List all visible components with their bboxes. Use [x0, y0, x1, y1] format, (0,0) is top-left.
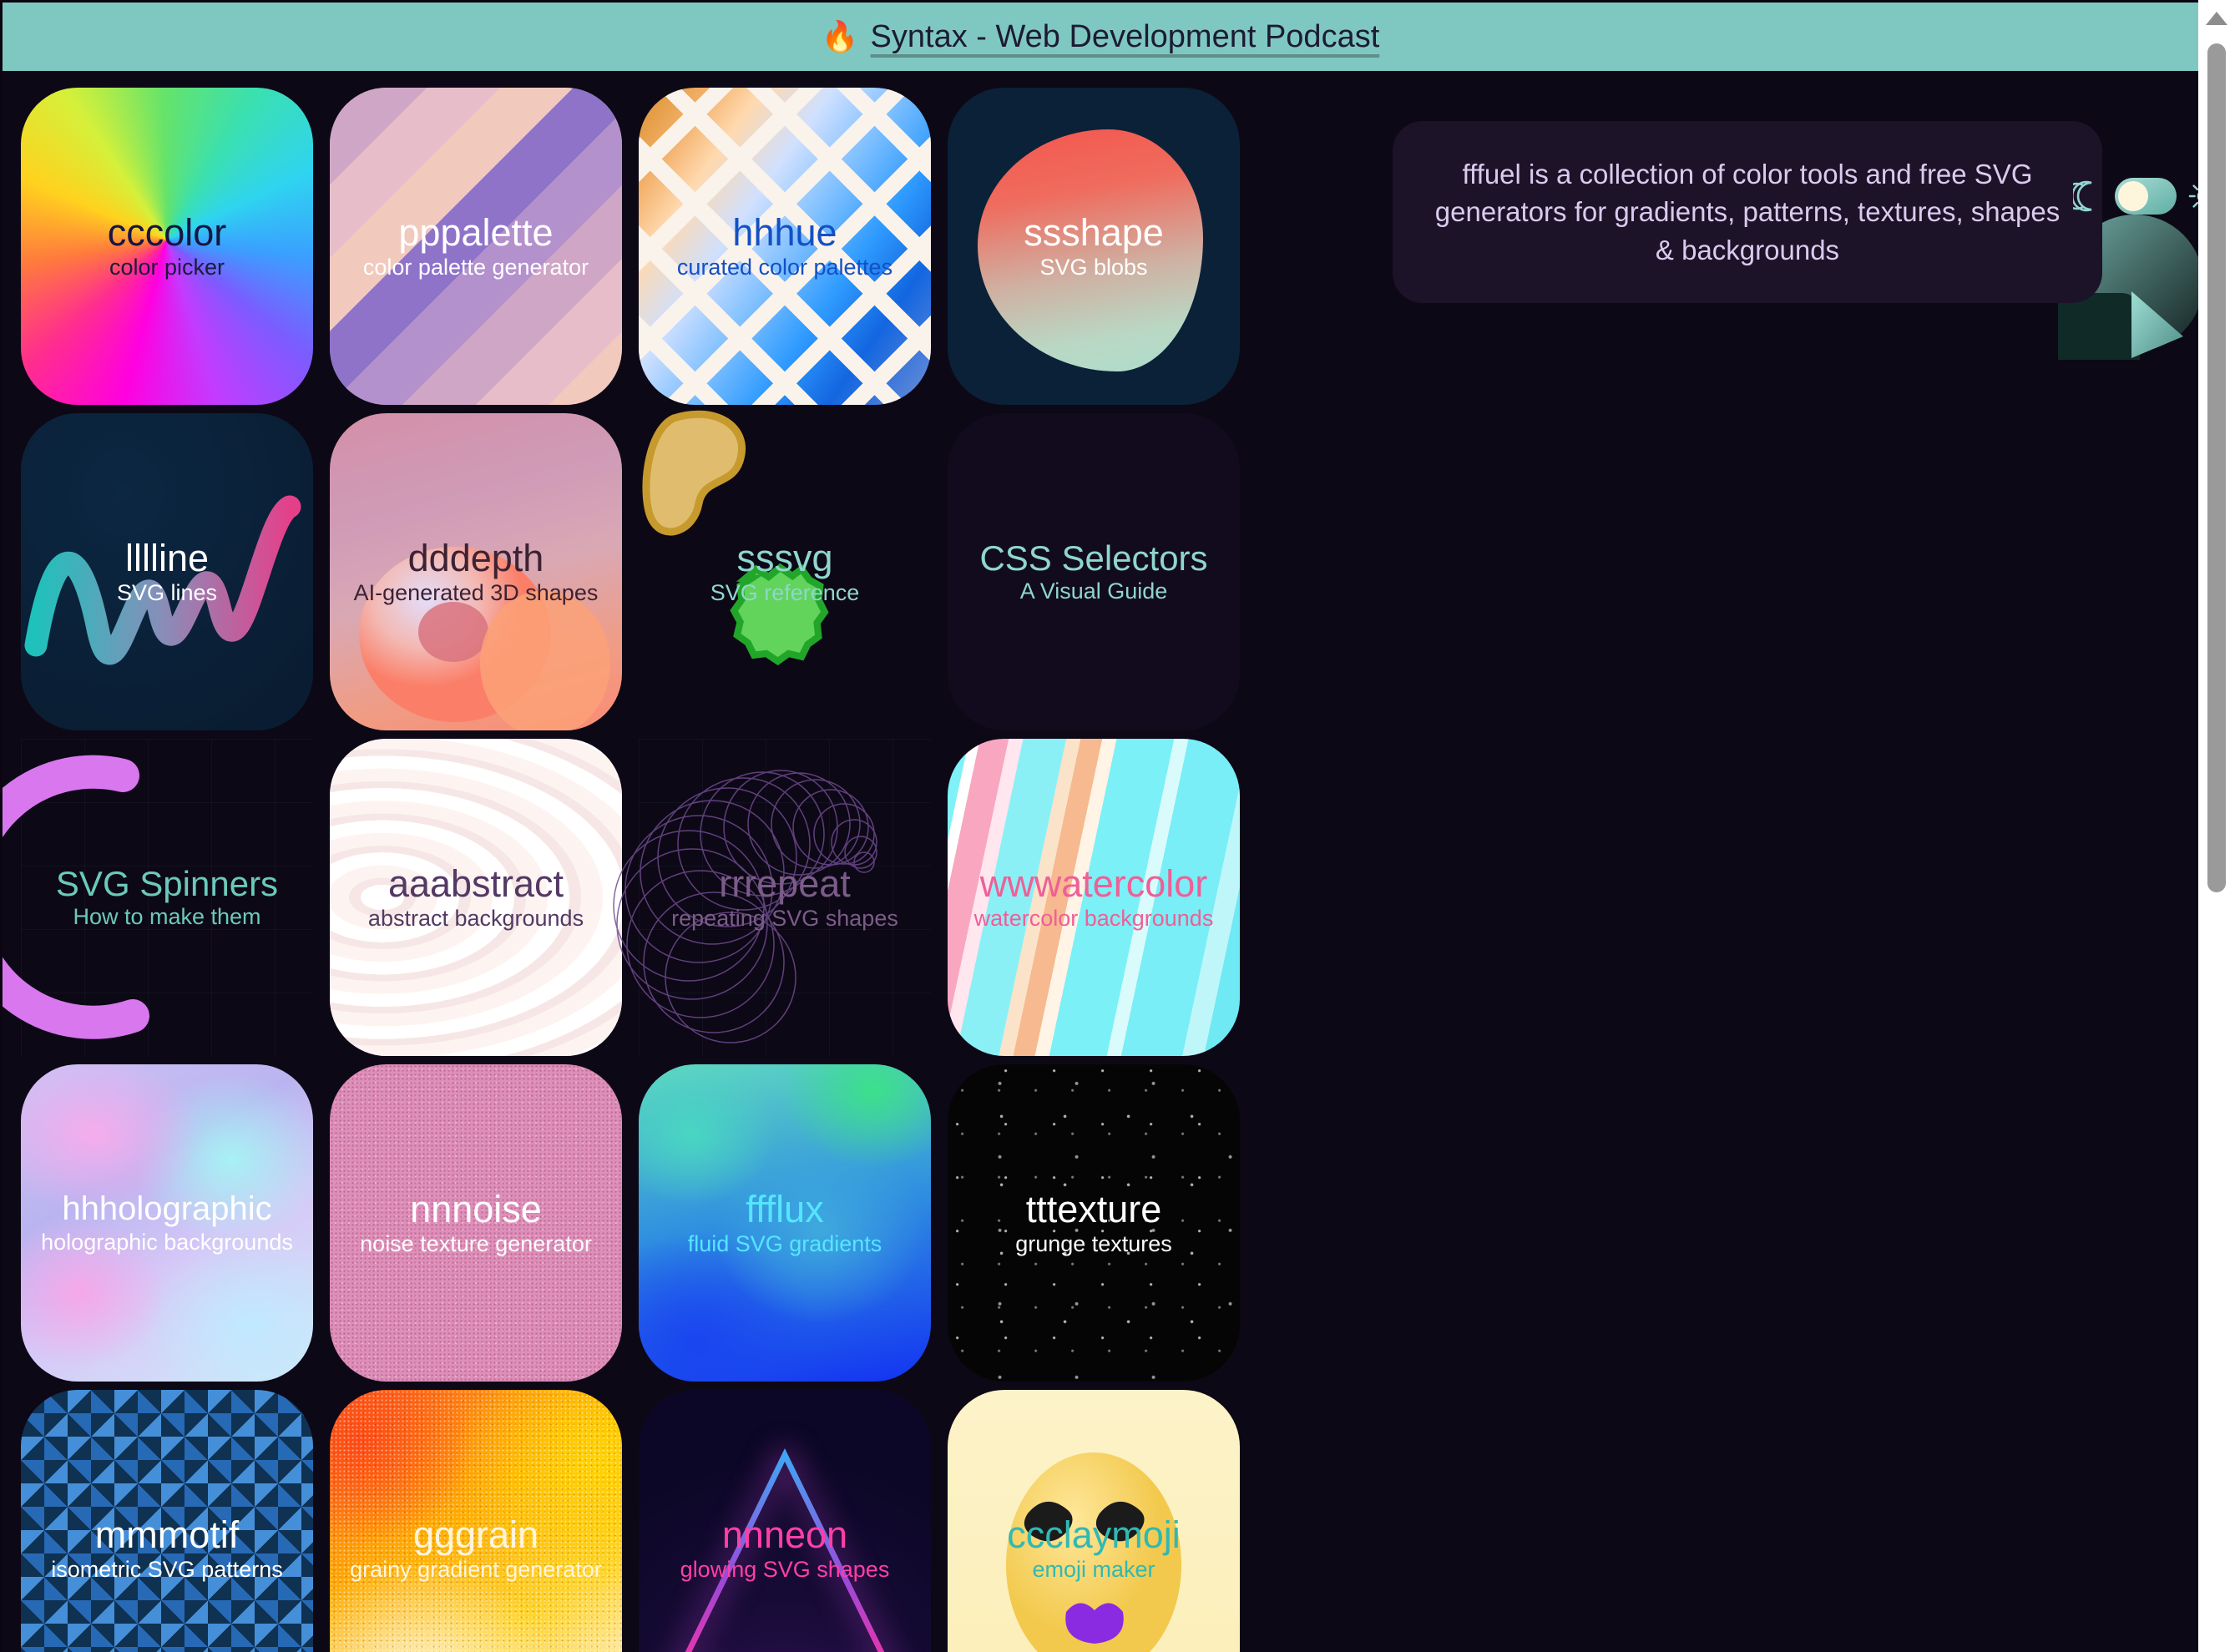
tile-subtitle: color picker: [109, 255, 225, 280]
tile-nnnoise[interactable]: nnnoise noise texture generator: [330, 1064, 622, 1382]
scrollbar-thumb[interactable]: [2207, 43, 2226, 892]
tile-labels: hhholographic holographic backgrounds: [21, 1192, 313, 1254]
tile-title: nnnoise: [410, 1187, 542, 1230]
fire-icon: 🔥: [821, 19, 859, 53]
tile-labels: lllline SVG lines: [21, 536, 313, 606]
tile-svg-spinners[interactable]: SVG Spinners How to make them: [3, 739, 313, 1056]
tile-subtitle: glowing SVG shapes: [680, 1557, 890, 1583]
tile-title: tttexture: [1025, 1187, 1162, 1230]
tile-subtitle: repeating SVG shapes: [671, 906, 898, 932]
tile-labels: rrrepeat repeating SVG shapes: [639, 861, 931, 932]
tile-title: nnneon: [721, 1513, 848, 1556]
tile-title: ccclaymoji: [1007, 1513, 1181, 1556]
tile-title: SVG Spinners: [55, 864, 279, 904]
tile-pppalette[interactable]: pppalette color palette generator: [330, 88, 622, 405]
podcast-banner[interactable]: 🔥 Syntax - Web Development Podcast: [3, 3, 2198, 71]
tile-title: gggrain: [412, 1513, 539, 1556]
tile-css-selectors[interactable]: CSS Selectors A Visual Guide: [948, 413, 1240, 730]
tile-title: ssshape: [1024, 210, 1164, 254]
site-description-tooltip: fffuel is a collection of color tools an…: [1393, 121, 2102, 303]
tile-title: rrrepeat: [719, 861, 851, 905]
tile-labels: CSS Selectors A Visual Guide: [948, 538, 1240, 604]
tile-subtitle: isometric SVG patterns: [51, 1557, 283, 1583]
tile-labels: gggrain grainy gradient generator: [330, 1513, 622, 1583]
tile-cccolor[interactable]: cccolor color picker: [21, 88, 313, 405]
window-frame-left: [0, 0, 3, 1652]
moon-icon[interactable]: [2073, 179, 2103, 213]
tile-labels: ccclaymoji emoji maker: [948, 1513, 1240, 1583]
tile-title: wwwatercolor: [979, 861, 1208, 905]
tile-title: hhhue: [732, 210, 837, 254]
tile-labels: ssshape SVG blobs: [948, 210, 1240, 280]
tile-wwwatercolor[interactable]: wwwatercolor watercolor backgrounds: [948, 739, 1240, 1056]
tile-subtitle: emoji maker: [1032, 1557, 1155, 1583]
tile-title: aaabstract: [387, 861, 564, 905]
sun-icon[interactable]: [2188, 179, 2198, 213]
tile-subtitle: holographic backgrounds: [41, 1229, 293, 1255]
tile-labels: SVG Spinners How to make them: [21, 864, 313, 929]
podcast-link[interactable]: Syntax - Web Development Podcast: [871, 19, 1380, 55]
tile-subtitle: color palette generator: [362, 255, 589, 280]
theme-toggle-group[interactable]: [2073, 178, 2198, 215]
tile-aaabstract[interactable]: aaabstract abstract backgrounds: [330, 739, 622, 1056]
tile-title: CSS Selectors: [979, 538, 1208, 578]
tile-ccclaymoji[interactable]: ccclaymoji emoji maker: [948, 1390, 1240, 1652]
tile-subtitle: SVG lines: [116, 580, 218, 606]
tile-labels: pppalette color palette generator: [330, 210, 622, 280]
switch-knob: [2118, 181, 2148, 211]
tile-subtitle: abstract backgrounds: [367, 906, 584, 932]
tile-rrrepeat[interactable]: rrrepeat repeating SVG shapes: [613, 739, 931, 1056]
tile-subtitle: SVG reference: [710, 580, 860, 606]
tile-title: hhholographic: [62, 1190, 272, 1228]
tile-tttexture[interactable]: tttexture grunge textures: [948, 1064, 1240, 1382]
arrow-up-icon[interactable]: [2206, 12, 2227, 25]
tile-nnneon[interactable]: nnneon glowing SVG shapes: [639, 1390, 931, 1652]
tile-subtitle: watercolor backgrounds: [973, 906, 1214, 932]
banner-content: 🔥 Syntax - Web Development Podcast: [822, 19, 1380, 55]
tile-subtitle: How to make them: [73, 903, 261, 929]
tile-title: sssvg: [736, 536, 833, 579]
tile-subtitle: noise texture generator: [360, 1231, 592, 1257]
tool-grid: cccolor color picker pppalette color pal…: [3, 88, 1257, 1652]
tile-labels: ffflux fluid SVG gradients: [639, 1190, 931, 1256]
tile-gggrain[interactable]: gggrain grainy gradient generator: [330, 1390, 622, 1652]
tile-labels: wwwatercolor watercolor backgrounds: [948, 861, 1240, 932]
tile-title: lllline: [124, 536, 210, 579]
site-description-text: fffuel is a collection of color tools an…: [1434, 158, 2061, 265]
tile-labels: dddepth AI-generated 3D shapes: [330, 536, 622, 606]
tile-title: pppalette: [398, 210, 554, 254]
tile-llline[interactable]: lllline SVG lines: [21, 413, 313, 730]
dark-mode-switch[interactable]: [2115, 178, 2177, 215]
tile-title: cccolor: [107, 210, 227, 254]
tile-labels: mmmotif isometric SVG patterns: [21, 1513, 313, 1583]
tile-title: ffflux: [746, 1187, 824, 1230]
tile-ffflux[interactable]: ffflux fluid SVG gradients: [639, 1064, 931, 1382]
tile-hhholographic[interactable]: hhholographic holographic backgrounds: [21, 1064, 313, 1382]
tile-subtitle: AI-generated 3D shapes: [353, 580, 599, 606]
tile-subtitle: fluid SVG gradients: [687, 1231, 882, 1257]
tile-title: dddepth: [407, 536, 544, 579]
tile-labels: nnneon glowing SVG shapes: [639, 1513, 931, 1583]
tile-hhhue[interactable]: hhhue curated color palettes: [639, 88, 931, 405]
tile-subtitle: curated color palettes: [676, 255, 893, 280]
vertical-scrollbar[interactable]: [2198, 0, 2235, 1652]
window-frame-top: [0, 0, 2235, 3]
tile-subtitle: SVG blobs: [1039, 255, 1148, 280]
tile-mmmotif[interactable]: mmmotif isometric SVG patterns: [21, 1390, 313, 1652]
tile-subtitle: grainy gradient generator: [350, 1557, 602, 1583]
tile-sssvg[interactable]: sssvg SVG reference: [639, 410, 931, 730]
tile-dddepth[interactable]: dddepth AI-generated 3D shapes: [330, 413, 622, 730]
page-surface: fffuel is a collection of color tools an…: [3, 71, 2198, 1652]
tile-subtitle: A Visual Guide: [1019, 578, 1168, 604]
tile-labels: sssvg SVG reference: [639, 536, 931, 606]
tile-subtitle: grunge textures: [1015, 1231, 1172, 1257]
tile-labels: nnnoise noise texture generator: [330, 1190, 622, 1256]
tile-labels: aaabstract abstract backgrounds: [330, 861, 622, 932]
tile-labels: tttexture grunge textures: [948, 1190, 1240, 1256]
tile-ssshape[interactable]: ssshape SVG blobs: [948, 88, 1240, 405]
tile-labels: cccolor color picker: [21, 210, 313, 280]
tile-labels: hhhue curated color palettes: [639, 210, 931, 280]
tile-title: mmmotif: [94, 1513, 240, 1556]
